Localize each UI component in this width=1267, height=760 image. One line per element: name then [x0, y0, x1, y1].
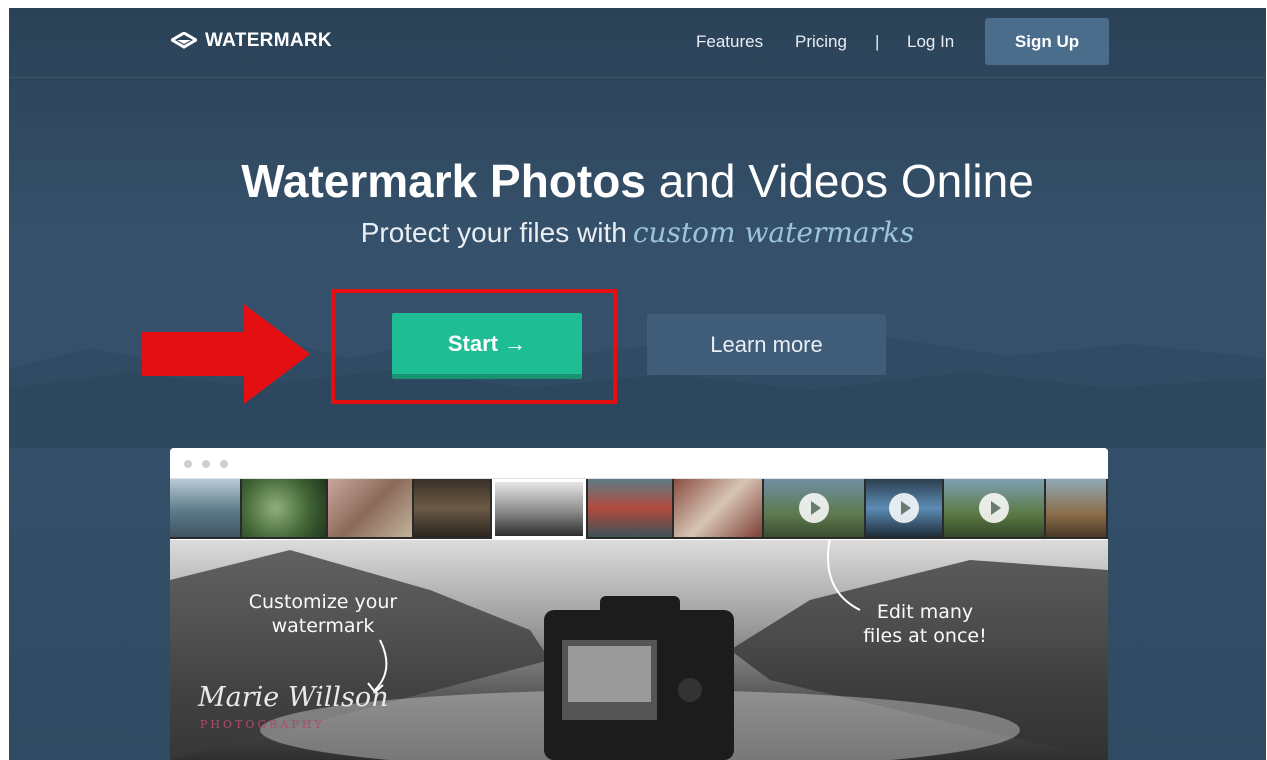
- app-preview-window: Customize your watermark Edit many files…: [170, 448, 1108, 760]
- hero-subtitle-text: Protect your files with: [360, 217, 627, 248]
- play-icon: [979, 493, 1009, 523]
- browser-titlebar: [170, 448, 1108, 479]
- hero-title-rest: and Videos Online: [658, 155, 1034, 207]
- window-dot: [202, 460, 210, 468]
- hero-title: Watermark Photos and Videos Online: [9, 154, 1266, 208]
- thumbnail[interactable]: [1046, 479, 1106, 537]
- watermark-logo-icon: [171, 32, 197, 49]
- brand-name: WATERMARK: [205, 30, 332, 51]
- brand-logo[interactable]: WATERMARK: [171, 30, 332, 52]
- hero-title-bold: Watermark Photos: [241, 155, 646, 207]
- learn-more-button[interactable]: Learn more: [647, 314, 886, 375]
- thumbnail-strip: [170, 479, 1108, 539]
- red-arrow-annotation: [142, 304, 310, 404]
- play-icon: [889, 493, 919, 523]
- window-dot: [220, 460, 228, 468]
- top-navbar: WATERMARK Features Pricing | Log In Sign…: [9, 8, 1266, 78]
- page: WATERMARK Features Pricing | Log In Sign…: [9, 8, 1266, 760]
- signup-button[interactable]: Sign Up: [985, 18, 1109, 65]
- nav-separator: |: [875, 32, 880, 51]
- thumbnail[interactable]: [328, 479, 412, 537]
- window-dot: [184, 460, 192, 468]
- thumbnail[interactable]: [674, 479, 762, 537]
- hero-subtitle-accent: custom watermarks: [632, 216, 915, 249]
- nav-link-pricing[interactable]: Pricing: [795, 32, 847, 52]
- hero-subtitle: Protect your files with custom watermarks: [9, 216, 1266, 249]
- thumbnail[interactable]: [242, 479, 326, 537]
- preview-photo: Customize your watermark Edit many files…: [170, 540, 1108, 760]
- thumbnail[interactable]: [588, 479, 672, 537]
- thumbnail[interactable]: [170, 479, 240, 537]
- nav-link-login[interactable]: Log In: [907, 32, 954, 52]
- sample-watermark-subtitle: PHOTOGRAPHY: [200, 718, 325, 731]
- nav-link-features[interactable]: Features: [696, 32, 763, 52]
- video-thumbnail[interactable]: [866, 479, 942, 537]
- thumbnail-selected[interactable]: [492, 479, 586, 539]
- video-thumbnail[interactable]: [944, 479, 1044, 537]
- sample-watermark-signature: Marie Willson: [198, 682, 389, 713]
- start-button[interactable]: Start →: [392, 313, 582, 379]
- thumbnail[interactable]: [414, 479, 490, 537]
- play-icon: [799, 493, 829, 523]
- video-thumbnail[interactable]: [764, 479, 864, 537]
